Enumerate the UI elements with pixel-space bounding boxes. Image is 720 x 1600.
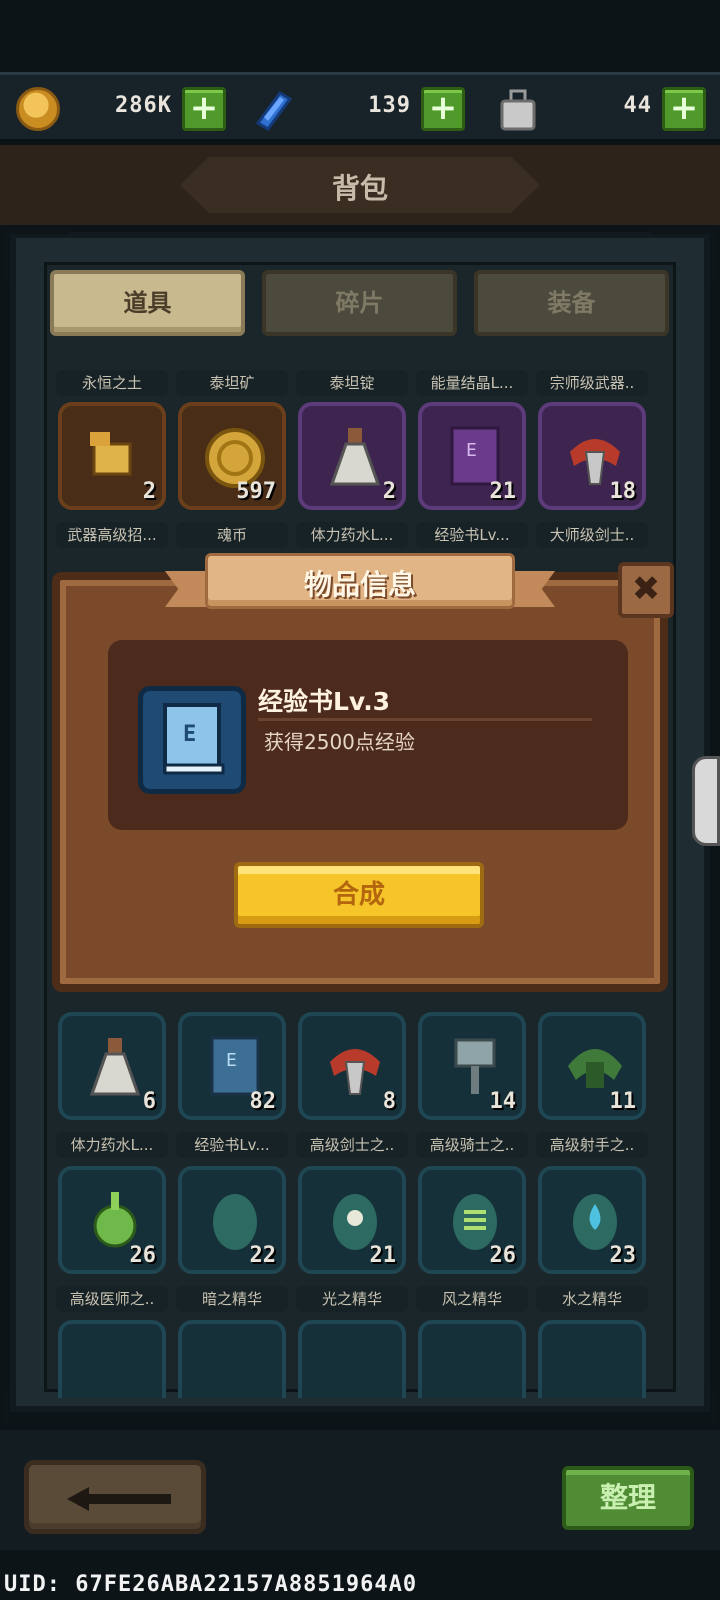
inventory-slot[interactable]: 14 [418, 1012, 526, 1120]
item-label: 高级射手之.. [536, 1132, 648, 1158]
svg-text:E: E [183, 722, 196, 747]
item-label: 泰坦锭 [296, 370, 408, 396]
arrow-left-icon [67, 1487, 171, 1511]
inventory-slot[interactable]: 18 [538, 402, 646, 510]
item-name: 经验书Lv.3 [258, 687, 391, 716]
gem-currency: 139 + [250, 85, 465, 131]
add-weight-button[interactable]: + [662, 87, 706, 131]
item-label: 风之精华 [416, 1286, 528, 1312]
inventory-slot[interactable]: 23 [538, 1166, 646, 1274]
user-id: UID: 67FE26ABA22157A8851964A0 [4, 1572, 418, 1597]
potion-icon [89, 1038, 141, 1096]
add-gold-button[interactable]: + [182, 87, 226, 131]
weapon-scroll-icon [90, 432, 132, 476]
item-label: 泰坦矿 [176, 370, 288, 396]
svg-text:E: E [226, 1050, 237, 1071]
inventory-slot[interactable]: E 21 [418, 402, 526, 510]
item-label: 体力药水L... [56, 1132, 168, 1158]
inventory-slot[interactable] [538, 1320, 646, 1398]
item-label: 宗师级武器.. [536, 370, 648, 396]
gem-amount: 139 [368, 93, 411, 118]
tab-equipment[interactable]: 装备 [474, 270, 669, 336]
inventory-slot[interactable]: 11 [538, 1012, 646, 1120]
item-label: 体力药水L... [296, 522, 408, 548]
sword-emblem-icon [330, 1049, 380, 1095]
potion-icon [329, 428, 381, 486]
tab-items[interactable]: 道具 [50, 270, 245, 336]
weight-amount: 44 [623, 93, 652, 118]
item-description: 获得2500点经验 [264, 730, 415, 754]
inventory-slot[interactable]: 2 [58, 402, 166, 510]
exp-book-icon: E [163, 703, 225, 775]
close-button[interactable]: ✖ [618, 562, 674, 618]
item-label: 光之精华 [296, 1286, 408, 1312]
item-label: 经验书Lv... [176, 1132, 288, 1158]
inventory-slot[interactable]: E 82 [178, 1012, 286, 1120]
item-label: 高级骑士之.. [416, 1132, 528, 1158]
inventory-slot[interactable]: 26 [418, 1166, 526, 1274]
item-divider [258, 718, 592, 721]
inventory-slot[interactable] [178, 1320, 286, 1398]
item-label: 魂币 [176, 522, 288, 548]
gold-amount: 286K [115, 93, 172, 118]
modal-title: 物品信息 [303, 568, 416, 601]
item-label: 高级医师之.. [56, 1286, 168, 1312]
item-label: 暗之精华 [176, 1286, 288, 1312]
inventory-slot[interactable] [298, 1320, 406, 1398]
page-header: 背包 [0, 145, 720, 225]
inventory-slot[interactable]: 2 [298, 402, 406, 510]
sort-button[interactable]: 整理 [562, 1466, 694, 1530]
inventory-slot[interactable]: 21 [298, 1166, 406, 1274]
inventory-slot[interactable] [418, 1320, 526, 1398]
item-label: 水之精华 [536, 1286, 648, 1312]
modal-title-ribbon: 物品信息 [165, 553, 555, 615]
tab-bar: 道具 碎片 装备 [50, 270, 670, 340]
weight-currency: 44 + [496, 85, 706, 131]
inventory-slot[interactable]: 6 [58, 1012, 166, 1120]
inventory-slot[interactable]: 26 [58, 1166, 166, 1274]
item-label: 能量结晶L... [416, 370, 528, 396]
gold-currency: 286K + [16, 85, 226, 131]
item-label: 永恒之土 [56, 370, 168, 396]
inventory-slot[interactable]: 597 [178, 402, 286, 510]
back-button[interactable] [24, 1460, 206, 1534]
inventory-slot[interactable] [58, 1320, 166, 1398]
craft-button[interactable]: 合成 [234, 862, 484, 928]
svg-text:E: E [466, 440, 477, 461]
inventory-slot[interactable]: 8 [298, 1012, 406, 1120]
inventory-slot[interactable]: 22 [178, 1166, 286, 1274]
side-character [692, 756, 720, 846]
item-label: 大师级剑士.. [536, 522, 648, 548]
currency-bar: 286K + 139 + 44 + [0, 72, 720, 142]
tab-fragments[interactable]: 碎片 [262, 270, 457, 336]
item-label: 武器高级招... [56, 522, 168, 548]
item-label: 经验书Lv... [416, 522, 528, 548]
item-label: 高级剑士之.. [296, 1132, 408, 1158]
add-gem-button[interactable]: + [421, 87, 465, 131]
selected-item-icon: E [138, 686, 246, 794]
page-title: 背包 [331, 172, 388, 205]
